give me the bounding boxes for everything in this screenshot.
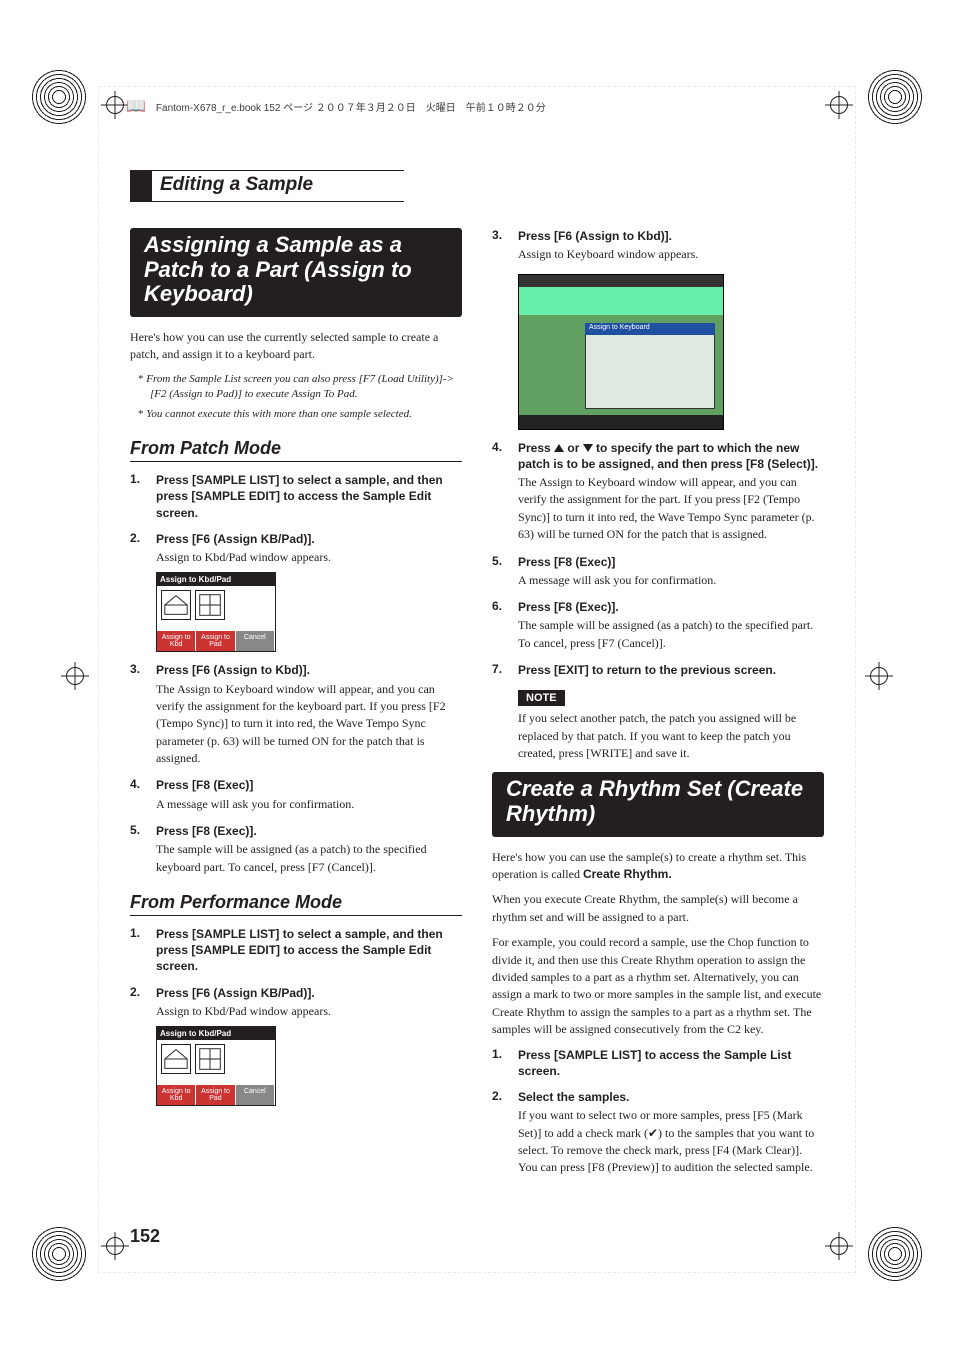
step-body: The sample will be assigned (as a patch)… <box>156 841 462 876</box>
step-body: The sample will be assigned (as a patch)… <box>518 617 824 652</box>
step-title: Press [F8 (Exec)]. <box>518 599 824 615</box>
note-body: If you select another patch, the patch y… <box>518 710 824 762</box>
crop-ring-tl <box>30 68 88 126</box>
reg-mark <box>66 667 84 685</box>
screenshot-title: Assign to Kbd/Pad <box>157 573 275 586</box>
pad-icon <box>195 1044 225 1074</box>
keyboard-icon <box>161 1044 191 1074</box>
step-title: Press [SAMPLE LIST] to access the Sample… <box>518 1047 824 1079</box>
footnote: You cannot execute this with more than o… <box>150 407 462 422</box>
footnote: From the Sample List screen you can also… <box>150 372 462 402</box>
from-patch-mode-heading: From Patch Mode <box>130 438 462 462</box>
crop-ring-br <box>866 1225 924 1283</box>
tab-assign-pad: Assign to Pad <box>196 631 235 651</box>
step-title: Press [F8 (Exec)] <box>156 777 462 793</box>
down-arrow-icon <box>583 444 593 452</box>
pad-icon <box>195 590 225 620</box>
tab-assign-kbd: Assign to Kbd <box>157 1085 196 1105</box>
step-body: If you want to select two or more sample… <box>518 1107 824 1177</box>
step-text: or <box>564 441 583 455</box>
book-header: 📖 Fantom-X678_r_e.book 152 ページ ２００７年３月２０… <box>126 96 546 116</box>
crop-ring-tr <box>866 68 924 126</box>
step-title: Press [F6 (Assign to Kbd)]. <box>518 228 824 244</box>
steps-performance-mode: Press [SAMPLE LIST] to select a sample, … <box>130 926 462 1106</box>
crop-ring-bl <box>30 1225 88 1283</box>
steps-performance-cont2: Press or to specify the part to which th… <box>492 440 824 679</box>
step-title: Press [F6 (Assign KB/Pad)]. <box>156 985 462 1001</box>
tab-cancel: Cancel <box>236 1085 275 1105</box>
step-body: Assign to Kbd/Pad window appears. <box>156 1003 462 1020</box>
steps-create-rhythm: Press [SAMPLE LIST] to access the Sample… <box>492 1047 824 1177</box>
step-title: Press [F8 (Exec)] <box>518 554 824 570</box>
right-column: Press [F6 (Assign to Kbd)]. Assign to Ke… <box>492 228 824 1187</box>
assign-kbd-pad-screenshot: Assign to Kbd/Pad Assign to Kbd Assign <box>156 1026 276 1106</box>
rhythm-intro2: When you execute Create Rhythm, the samp… <box>492 891 824 926</box>
intro-bold: Create Rhythm. <box>583 867 672 881</box>
from-performance-mode-heading: From Performance Mode <box>130 892 462 916</box>
keyboard-icon <box>161 590 191 620</box>
screenshot-title: Assign to Kbd/Pad <box>157 1027 275 1040</box>
step-title: Press [F8 (Exec)]. <box>156 823 462 839</box>
left-column: Assigning a Sample as a Patch to a Part … <box>130 228 462 1187</box>
book-icon: 📖 <box>126 96 146 116</box>
step-body: Assign to Kbd/Pad window appears. <box>156 549 462 566</box>
assign-kbd-pad-screenshot: Assign to Kbd/Pad Assign to Kbd Assign <box>156 572 276 652</box>
step-body: A message will ask you for confirmation. <box>518 572 824 589</box>
section-title: Editing a Sample <box>152 170 404 202</box>
section-stub <box>130 170 152 202</box>
step-title: Press or to specify the part to which th… <box>518 440 824 472</box>
page-number: 152 <box>130 1226 160 1247</box>
step-title: Select the samples. <box>518 1089 824 1105</box>
note-badge: NOTE <box>518 690 565 706</box>
step-body: The Assign to Keyboard window will appea… <box>156 681 462 768</box>
step-title: Press [F6 (Assign to Kbd)]. <box>156 662 462 678</box>
reg-mark <box>870 667 888 685</box>
page-content: Editing a Sample Assigning a Sample as a… <box>130 170 824 1211</box>
step-title: Press [F6 (Assign KB/Pad)]. <box>156 531 462 547</box>
up-arrow-icon <box>554 444 564 452</box>
tab-cancel: Cancel <box>236 631 275 651</box>
assign-keyboard-heading: Assigning a Sample as a Patch to a Part … <box>130 228 462 317</box>
screenshot-header: Assign to Keyboard <box>585 323 715 335</box>
step-title: Press [SAMPLE LIST] to select a sample, … <box>156 472 462 521</box>
step-title: Press [SAMPLE LIST] to select a sample, … <box>156 926 462 975</box>
steps-patch-mode: Press [SAMPLE LIST] to select a sample, … <box>130 472 462 876</box>
book-header-text: Fantom-X678_r_e.book 152 ページ ２００７年３月２０日 … <box>156 99 546 114</box>
section-header: Editing a Sample <box>130 170 824 202</box>
step-body: The Assign to Keyboard window will appea… <box>518 474 824 544</box>
create-rhythm-heading: Create a Rhythm Set (Create Rhythm) <box>492 772 824 836</box>
tab-assign-pad: Assign to Pad <box>196 1085 235 1105</box>
step-body: Assign to Keyboard window appears. <box>518 246 824 263</box>
step-title: Press [EXIT] to return to the previous s… <box>518 662 824 678</box>
rhythm-intro: Here's how you can use the sample(s) to … <box>492 849 824 884</box>
rhythm-intro3: For example, you could record a sample, … <box>492 934 824 1038</box>
tab-assign-kbd: Assign to Kbd <box>157 631 196 651</box>
steps-performance-cont: Press [F6 (Assign to Kbd)]. Assign to Ke… <box>492 228 824 264</box>
step-text: Press <box>518 441 554 455</box>
assign-to-keyboard-screenshot: Assign to Keyboard <box>518 274 724 430</box>
assign-intro: Here's how you can use the currently sel… <box>130 329 462 364</box>
step-body: A message will ask you for confirmation. <box>156 796 462 813</box>
